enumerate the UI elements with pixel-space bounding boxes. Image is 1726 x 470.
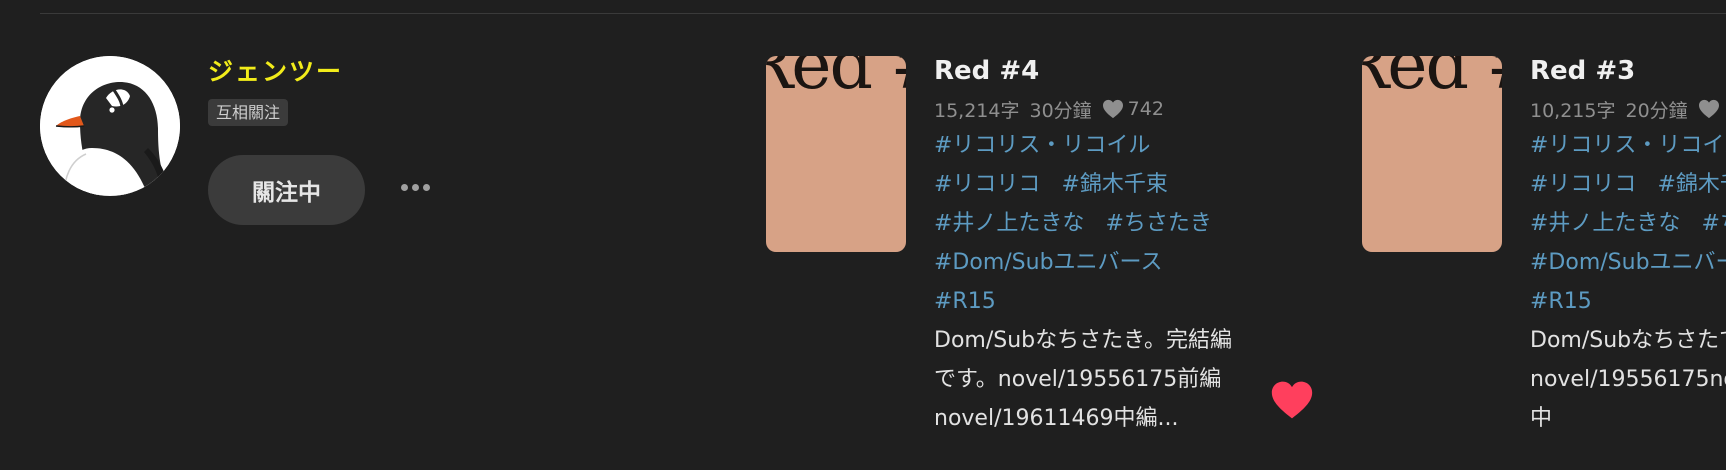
heart-icon [1698, 99, 1719, 119]
tag[interactable]: #錦木千束 [1061, 172, 1167, 197]
divider [40, 13, 1726, 14]
read-time: 30分鐘 [1029, 99, 1092, 122]
tag-list: #リコリス・リコイル #リコリコ #錦木千束 #井ノ上たきな #ちさたき #Dom/… [1530, 126, 1726, 321]
tag-list: #リコリス・リコイル #リコリコ #錦木千束 #井ノ上たきな #ちさたき #Dom/… [934, 126, 1254, 321]
tag[interactable]: #リコリス・リコイル [1530, 133, 1726, 158]
tag[interactable]: #R15 [934, 289, 996, 314]
cover-title-art: Red # [766, 56, 906, 105]
user-work-row: ジェンツー 互相關注 關注中 Red # Red #4 15,214字 30分鐘… [0, 0, 1726, 470]
tag[interactable]: #Dom/Subユニバース [934, 250, 1162, 275]
like-count: 742 [1127, 98, 1164, 120]
tag[interactable]: #リコリス・リコイル [934, 133, 1150, 158]
tag[interactable]: #井ノ上たきな [934, 211, 1084, 236]
work-description[interactable]: Dom/Subなちさたき。完結編です。novel/19556175前編novel… [934, 321, 1254, 438]
tag[interactable]: #井ノ上たきな [1530, 211, 1680, 236]
char-count: 10,215字 [1530, 99, 1616, 122]
like-heart-icon[interactable] [1270, 379, 1314, 421]
username[interactable]: ジェンツー [208, 52, 343, 88]
heart-icon [1102, 99, 1123, 119]
penguin-icon [40, 56, 180, 196]
cover-title-art: Red # [1362, 56, 1502, 105]
tag[interactable]: #R15 [1530, 289, 1592, 314]
work-info: Red #3 10,215字 20分鐘 #リコリス・リコイル #リコリコ #錦木千… [1530, 56, 1726, 438]
tag[interactable]: #リコリコ [934, 172, 1040, 197]
tag[interactable]: #リコリコ [1530, 172, 1636, 197]
more-options-button[interactable] [394, 172, 436, 202]
char-count: 15,214字 [934, 99, 1020, 122]
mutual-follow-badge: 互相關注 [208, 99, 289, 126]
work-cover[interactable]: Red # [766, 56, 906, 252]
work-cover[interactable]: Red # [1362, 56, 1502, 252]
work-title[interactable]: Red #4 [934, 56, 1254, 86]
tag[interactable]: #錦木千束 [1657, 172, 1726, 197]
more-icon [399, 183, 432, 191]
work-card: Red # Red #3 10,215字 20分鐘 #リコリス・リコイル#リコリ… [1362, 56, 1726, 470]
work-meta: 15,214字 30分鐘 742 [934, 96, 1254, 122]
work-info: Red #4 15,214字 30分鐘 742 #リコリス・リコイル #リコリコ … [934, 56, 1254, 438]
work-meta: 10,215字 20分鐘 [1530, 96, 1726, 122]
read-time: 20分鐘 [1625, 99, 1688, 122]
work-title[interactable]: Red #3 [1530, 56, 1726, 86]
tag[interactable]: #ちさたき [1105, 211, 1211, 236]
tag[interactable]: #Dom/Subユニバース [1530, 250, 1726, 275]
avatar[interactable] [40, 56, 180, 196]
tag[interactable]: #ちさたき [1701, 211, 1726, 236]
following-button[interactable]: 關注中 [208, 155, 365, 225]
work-description[interactable]: Dom/Subなちさたです。novel/19556175novel/196114… [1530, 321, 1726, 438]
